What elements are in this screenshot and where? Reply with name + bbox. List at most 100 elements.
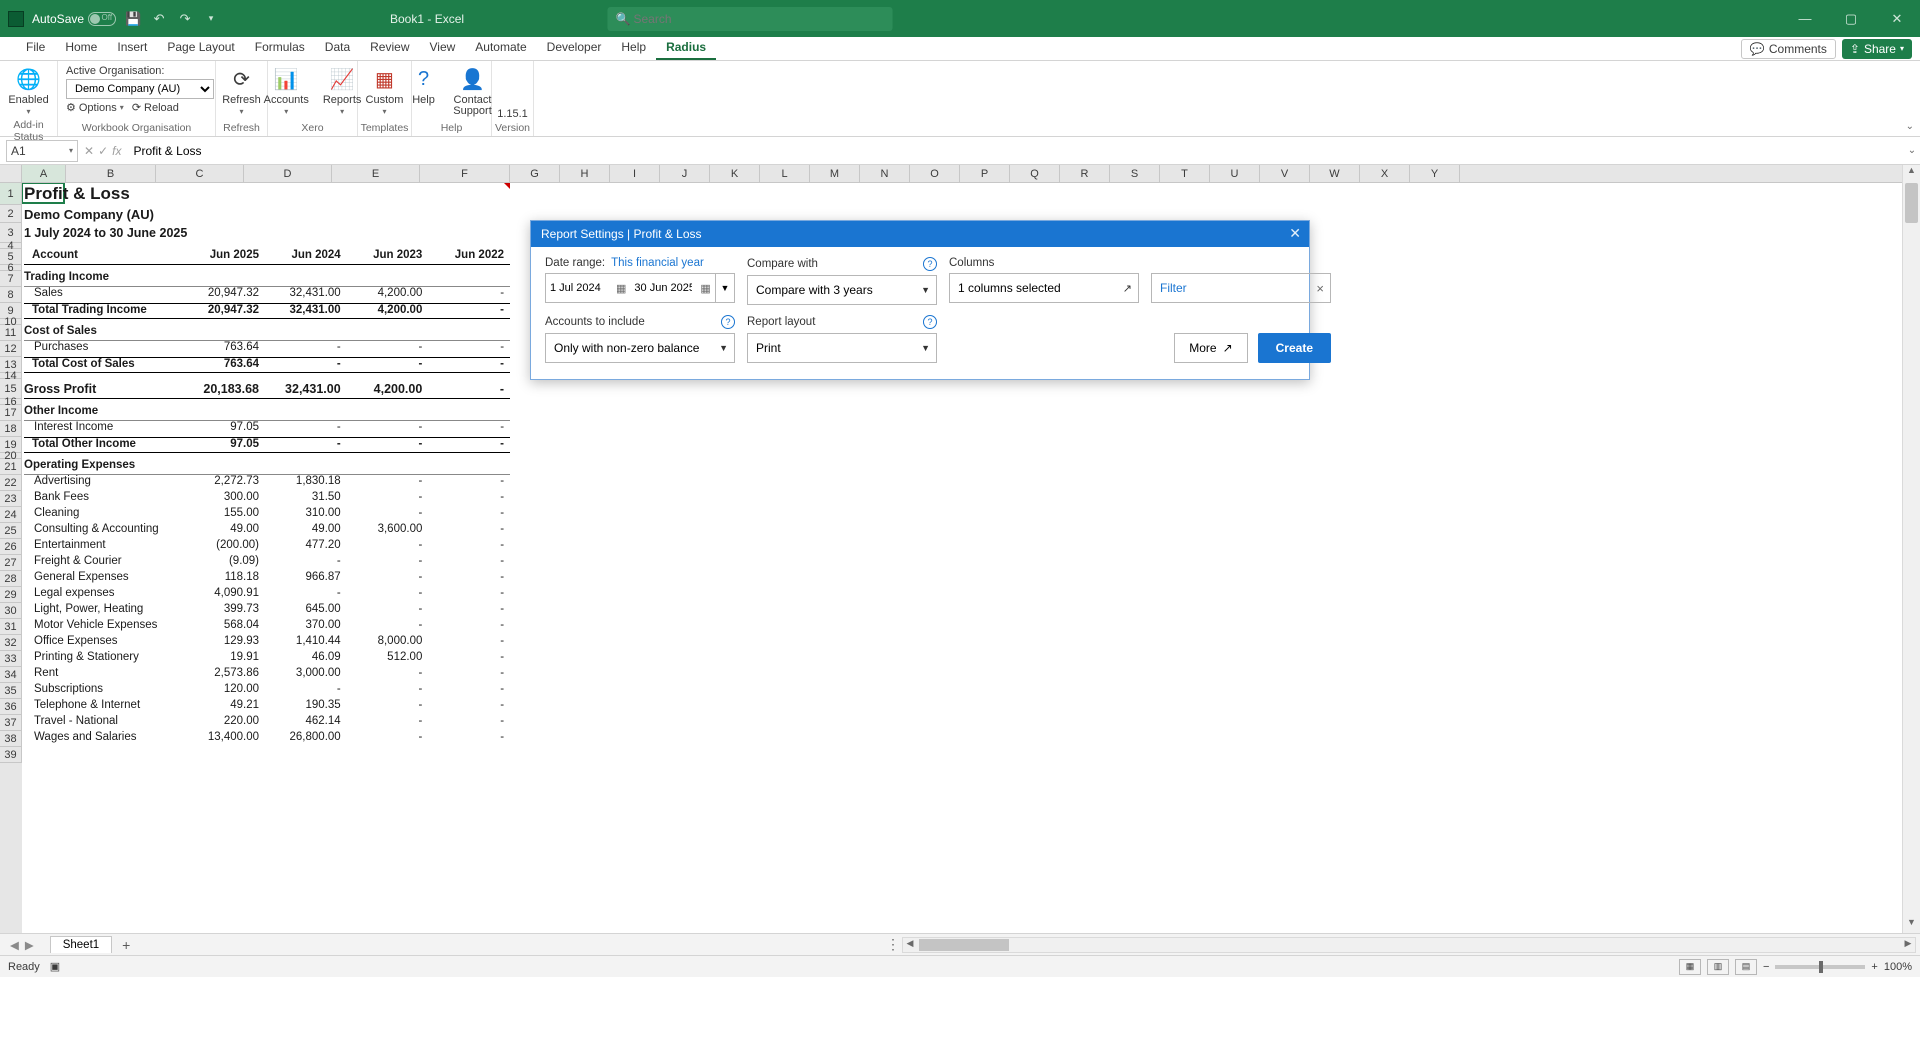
column-header[interactable]: P bbox=[960, 165, 1010, 182]
normal-view-button[interactable]: ▦ bbox=[1679, 959, 1701, 975]
pane-close-icon[interactable]: ✕ bbox=[1289, 225, 1301, 242]
create-button[interactable]: Create bbox=[1258, 333, 1331, 363]
column-header[interactable]: T bbox=[1160, 165, 1210, 182]
row-header[interactable]: 25 bbox=[0, 523, 22, 539]
tab-home[interactable]: Home bbox=[55, 36, 107, 60]
row-header[interactable]: 21 bbox=[0, 459, 22, 475]
horizontal-scrollbar[interactable]: ◀ ▶ bbox=[902, 937, 1916, 953]
expand-formula-icon[interactable]: ⌄ bbox=[1904, 145, 1920, 156]
collapse-ribbon-icon[interactable]: ⌄ bbox=[1906, 121, 1914, 132]
column-header[interactable]: B bbox=[66, 165, 156, 182]
accounts-select[interactable]: Only with non-zero balance ▼ bbox=[545, 333, 735, 363]
sheet-nav-next-icon[interactable]: ▶ bbox=[25, 938, 34, 952]
date-range-dropdown-icon[interactable]: ▼ bbox=[715, 274, 734, 302]
row-header[interactable]: 1 bbox=[0, 183, 22, 205]
tab-formulas[interactable]: Formulas bbox=[245, 36, 315, 60]
tab-help[interactable]: Help bbox=[611, 36, 656, 60]
layout-select[interactable]: Print ▼ bbox=[747, 333, 937, 363]
org-select[interactable]: Demo Company (AU) bbox=[66, 79, 214, 99]
accounts-button[interactable]: 📊 Accounts▾ bbox=[262, 65, 311, 117]
column-header[interactable]: N bbox=[860, 165, 910, 182]
row-header[interactable]: 8 bbox=[0, 287, 22, 303]
column-header[interactable]: M bbox=[810, 165, 860, 182]
tab-data[interactable]: Data bbox=[315, 36, 360, 60]
column-header[interactable]: Y bbox=[1410, 165, 1460, 182]
add-sheet-button[interactable]: + bbox=[112, 937, 140, 953]
select-all-button[interactable] bbox=[0, 165, 22, 183]
row-header[interactable]: 31 bbox=[0, 619, 22, 635]
help-icon[interactable]: ? bbox=[923, 257, 937, 271]
row-header[interactable]: 2 bbox=[0, 205, 22, 223]
date-range-input[interactable]: ▦ ▦ ▼ bbox=[545, 273, 735, 303]
row-header[interactable]: 37 bbox=[0, 715, 22, 731]
comments-button[interactable]: 💬 Comments bbox=[1741, 39, 1836, 59]
filter-input[interactable]: Filter × bbox=[1151, 273, 1331, 303]
help-icon[interactable]: ? bbox=[721, 315, 735, 329]
maximize-icon[interactable]: ▢ bbox=[1828, 0, 1874, 37]
column-header[interactable]: C bbox=[156, 165, 244, 182]
tab-review[interactable]: Review bbox=[360, 36, 419, 60]
macro-record-icon[interactable]: ▣ bbox=[50, 960, 60, 973]
column-header[interactable]: U bbox=[1210, 165, 1260, 182]
compare-select[interactable]: Compare with 3 years ▼ bbox=[747, 275, 937, 305]
calendar-icon[interactable]: ▦ bbox=[696, 282, 714, 295]
row-header[interactable]: 29 bbox=[0, 587, 22, 603]
zoom-in-button[interactable]: + bbox=[1871, 961, 1877, 973]
refresh-button[interactable]: ⟳ Refresh▾ bbox=[220, 65, 263, 117]
row-header[interactable]: 36 bbox=[0, 699, 22, 715]
search-box[interactable]: 🔍 bbox=[608, 7, 893, 31]
columns-select[interactable]: 1 columns selected ↗ bbox=[949, 273, 1139, 303]
save-icon[interactable]: 💾 bbox=[124, 10, 142, 28]
row-header[interactable]: 28 bbox=[0, 571, 22, 587]
autosave-toggle[interactable]: AutoSave Off bbox=[32, 12, 116, 26]
redo-icon[interactable]: ↷ bbox=[176, 10, 194, 28]
help-button[interactable]: ? Help bbox=[408, 65, 440, 106]
enter-formula-icon[interactable]: ✓ bbox=[98, 144, 108, 158]
page-break-view-button[interactable]: ▤ bbox=[1735, 959, 1757, 975]
column-header[interactable]: L bbox=[760, 165, 810, 182]
contact-support-button[interactable]: 👤 Contact Support bbox=[450, 65, 496, 117]
search-input[interactable] bbox=[608, 7, 893, 31]
page-layout-view-button[interactable]: ▥ bbox=[1707, 959, 1729, 975]
more-button[interactable]: More ↗ bbox=[1174, 333, 1247, 363]
reports-button[interactable]: 📈 Reports▾ bbox=[321, 65, 364, 117]
zoom-level[interactable]: 100% bbox=[1884, 961, 1912, 973]
column-header[interactable]: W bbox=[1310, 165, 1360, 182]
row-header[interactable]: 12 bbox=[0, 341, 22, 357]
clear-filter-icon[interactable]: × bbox=[1316, 281, 1324, 296]
row-header[interactable]: 35 bbox=[0, 683, 22, 699]
sheet-tab[interactable]: Sheet1 bbox=[50, 936, 112, 953]
row-header[interactable]: 32 bbox=[0, 635, 22, 651]
sheet-nav-prev-icon[interactable]: ◀ bbox=[10, 938, 19, 952]
undo-icon[interactable]: ↶ bbox=[150, 10, 168, 28]
row-header[interactable]: 7 bbox=[0, 271, 22, 287]
row-header[interactable]: 22 bbox=[0, 475, 22, 491]
scrollbar-thumb[interactable] bbox=[919, 939, 1009, 951]
column-header[interactable]: A bbox=[22, 165, 66, 182]
column-header[interactable]: O bbox=[910, 165, 960, 182]
scrollbar-thumb[interactable] bbox=[1905, 183, 1918, 223]
custom-button[interactable]: ▦ Custom▾ bbox=[364, 65, 406, 117]
row-header[interactable]: 34 bbox=[0, 667, 22, 683]
row-header[interactable]: 27 bbox=[0, 555, 22, 571]
close-icon[interactable]: ✕ bbox=[1874, 0, 1920, 37]
tab-view[interactable]: View bbox=[420, 36, 466, 60]
column-header[interactable]: R bbox=[1060, 165, 1110, 182]
qat-customize-icon[interactable]: ▾ bbox=[202, 10, 220, 28]
column-header[interactable]: X bbox=[1360, 165, 1410, 182]
column-header[interactable]: J bbox=[660, 165, 710, 182]
row-header[interactable]: 38 bbox=[0, 731, 22, 747]
tab-page-layout[interactable]: Page Layout bbox=[157, 36, 244, 60]
cancel-formula-icon[interactable]: ✕ bbox=[84, 144, 94, 158]
column-header[interactable]: H bbox=[560, 165, 610, 182]
scroll-right-icon[interactable]: ▶ bbox=[1901, 938, 1915, 949]
row-header[interactable]: 18 bbox=[0, 421, 22, 437]
vertical-scrollbar[interactable]: ▲ ▼ bbox=[1902, 165, 1920, 933]
formula-input[interactable] bbox=[127, 140, 1904, 162]
scroll-left-icon[interactable]: ◀ bbox=[903, 938, 917, 949]
tab-radius[interactable]: Radius bbox=[656, 36, 716, 60]
tab-insert[interactable]: Insert bbox=[107, 36, 157, 60]
row-header[interactable]: 23 bbox=[0, 491, 22, 507]
date-from-input[interactable] bbox=[546, 282, 612, 294]
column-header[interactable]: S bbox=[1110, 165, 1160, 182]
